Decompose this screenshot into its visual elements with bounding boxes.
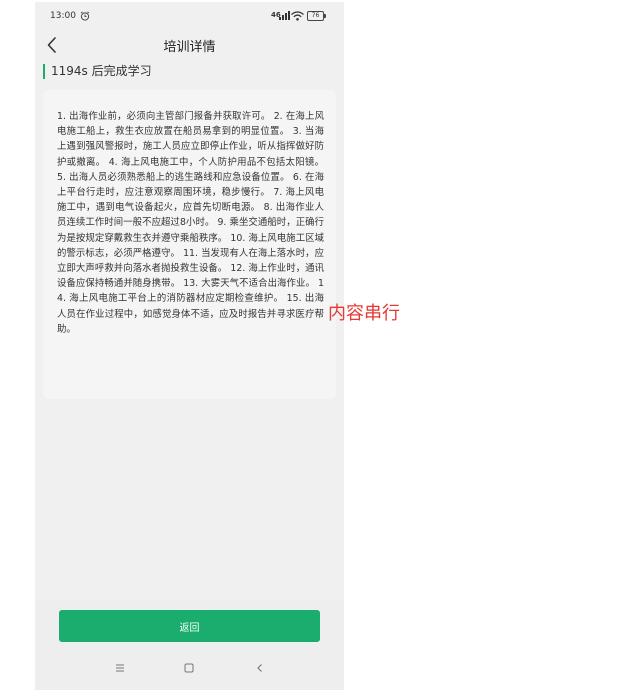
battery-icon: 76 bbox=[307, 11, 326, 21]
bottom-bar: 返回 bbox=[35, 600, 344, 690]
content-card: 1. 出海作业前，必须向主管部门报备并获取许可。 2. 在海上风电施工船上，救生… bbox=[43, 90, 336, 399]
nav-bar: 培训详情 bbox=[35, 30, 344, 60]
menu-icon[interactable] bbox=[114, 662, 126, 674]
cellular-signal-icon bbox=[279, 11, 290, 20]
return-button[interactable]: 返回 bbox=[59, 610, 320, 642]
page-title: 培训详情 bbox=[163, 40, 216, 55]
home-icon[interactable] bbox=[183, 662, 195, 674]
training-content-text: 1. 出海作业前，必须向主管部门报备并获取许可。 2. 在海上风电施工船上，救生… bbox=[57, 111, 324, 335]
status-bar: 13:00 46 76 bbox=[35, 2, 344, 30]
alarm-clock-icon bbox=[80, 11, 90, 21]
countdown-label: 1194s 后完成学习 bbox=[43, 64, 152, 79]
phone-screen: 13:00 46 76 培训详情 1194s 后完成学习 1. 出海作业前，必须… bbox=[35, 2, 344, 690]
system-navigation-bar bbox=[35, 660, 344, 678]
status-time: 13:00 bbox=[50, 11, 76, 21]
annotation-label: 内容串行 bbox=[328, 303, 400, 324]
wifi-icon bbox=[291, 11, 304, 21]
back-nav-icon[interactable] bbox=[254, 662, 266, 674]
